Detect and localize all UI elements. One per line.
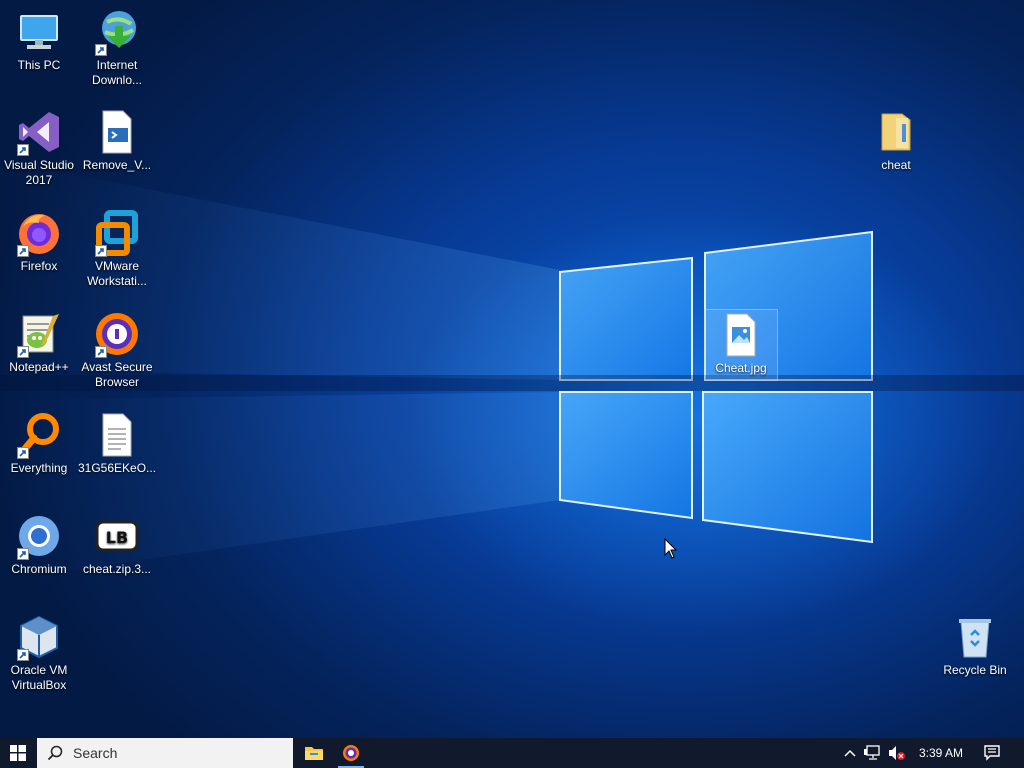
desktop-icon-everything[interactable]: Everything [0, 411, 78, 476]
shortcut-arrow-icon [17, 548, 29, 560]
desktop-icon-firefox[interactable]: Firefox [0, 209, 78, 274]
text-file-icon [93, 411, 141, 459]
show-hidden-icons-button[interactable] [840, 738, 860, 768]
internet-download-manager-icon [93, 8, 141, 56]
desktop-icon-remove-v[interactable]: Remove_V... [78, 108, 156, 173]
desktop-icon-internet-download-manager[interactable]: Internet Downlo... [78, 8, 156, 88]
action-center-button[interactable] [978, 738, 1006, 768]
desktop-icon-avast-browser[interactable]: Avast Secure Browser [78, 310, 156, 390]
desktop[interactable]: This PC Visual Studio 2017 Firefox Notep… [0, 0, 1024, 738]
mouse-cursor-icon [664, 538, 678, 559]
shortcut-arrow-icon [17, 649, 29, 661]
icon-label: cheat.zip.3... [82, 562, 152, 576]
shortcut-arrow-icon [17, 245, 29, 257]
shortcut-arrow-icon [17, 144, 29, 156]
icon-label: Oracle VM VirtualBox [10, 663, 68, 692]
desktop-icon-cheat-folder[interactable]: cheat [857, 108, 935, 173]
icon-label: Avast Secure Browser [81, 360, 153, 389]
avast-browser-icon [343, 745, 359, 761]
shortcut-arrow-icon [95, 44, 107, 56]
desktop-icon-visual-studio[interactable]: Visual Studio 2017 [0, 108, 78, 188]
desktop-icon-recycle-bin[interactable]: Recycle Bin [936, 613, 1014, 678]
icon-label: 31G56EKeO... [78, 461, 157, 475]
shortcut-arrow-icon [17, 346, 29, 358]
desktop-icon-virtualbox[interactable]: Oracle VM VirtualBox [0, 613, 78, 693]
desktop-icon-cheat-zip[interactable]: LB cheat.zip.3... [78, 512, 156, 577]
everything-search-icon [15, 411, 63, 459]
this-pc-icon [15, 8, 63, 56]
folder-icon [872, 108, 920, 156]
avast-browser-icon [93, 310, 141, 358]
icon-label: Firefox [20, 259, 58, 273]
icon-label: Notepad++ [9, 360, 69, 374]
desktop-icon-text-file[interactable]: 31G56EKeO... [78, 411, 156, 476]
shortcut-arrow-icon [95, 245, 107, 257]
firefox-icon [15, 209, 63, 257]
desktop-icon-cheat-jpg[interactable]: Cheat.jpg [702, 311, 780, 376]
desktop-icon-vmware[interactable]: VMware Workstati... [78, 209, 156, 289]
desktop-icon-chromium[interactable]: Chromium [0, 512, 78, 577]
taskbar: Search 3:39 AM [0, 738, 1024, 768]
image-file-icon [717, 311, 765, 359]
notepad-plus-plus-icon [15, 310, 63, 358]
search-icon [47, 745, 63, 761]
notification-icon [984, 745, 1000, 761]
network-status[interactable] [862, 738, 884, 768]
icon-label: cheat [881, 158, 911, 172]
virtualbox-icon [15, 613, 63, 661]
volume-muted-icon [889, 746, 905, 760]
taskbar-clock[interactable]: 3:39 AM [912, 738, 970, 768]
icon-label: Everything [10, 461, 68, 475]
volume-status[interactable] [886, 738, 908, 768]
folder-icon [305, 747, 323, 760]
desktop-icon-notepad-plus-plus[interactable]: Notepad++ [0, 310, 78, 375]
shortcut-arrow-icon [17, 447, 29, 459]
icon-label: Remove_V... [82, 158, 152, 172]
windows-logo-icon [10, 745, 26, 761]
shortcut-arrow-icon [95, 346, 107, 358]
chromium-icon [15, 512, 63, 560]
icon-label: Recycle Bin [943, 663, 1007, 677]
vmware-icon [93, 209, 141, 257]
taskbar-file-explorer[interactable] [297, 738, 331, 768]
network-disconnected-icon [864, 745, 880, 760]
icon-label: Internet Downlo... [91, 58, 143, 87]
chevron-up-icon [844, 749, 856, 757]
svg-text:LB: LB [106, 528, 128, 547]
archive-file-icon: LB [93, 512, 141, 560]
start-button[interactable] [0, 738, 36, 768]
visual-studio-icon [15, 108, 63, 156]
search-placeholder: Search [73, 745, 118, 761]
icon-label: VMware Workstati... [87, 259, 147, 288]
taskbar-search-box[interactable]: Search [37, 738, 293, 768]
icon-label: Visual Studio 2017 [4, 158, 74, 187]
script-file-icon [93, 108, 141, 156]
icon-label: Chromium [11, 562, 67, 576]
taskbar-avast-browser[interactable] [334, 738, 368, 768]
desktop-icon-this-pc[interactable]: This PC [0, 8, 78, 73]
icon-label: Cheat.jpg [715, 361, 767, 375]
icon-label: This PC [17, 58, 61, 72]
recycle-bin-icon [951, 613, 999, 661]
